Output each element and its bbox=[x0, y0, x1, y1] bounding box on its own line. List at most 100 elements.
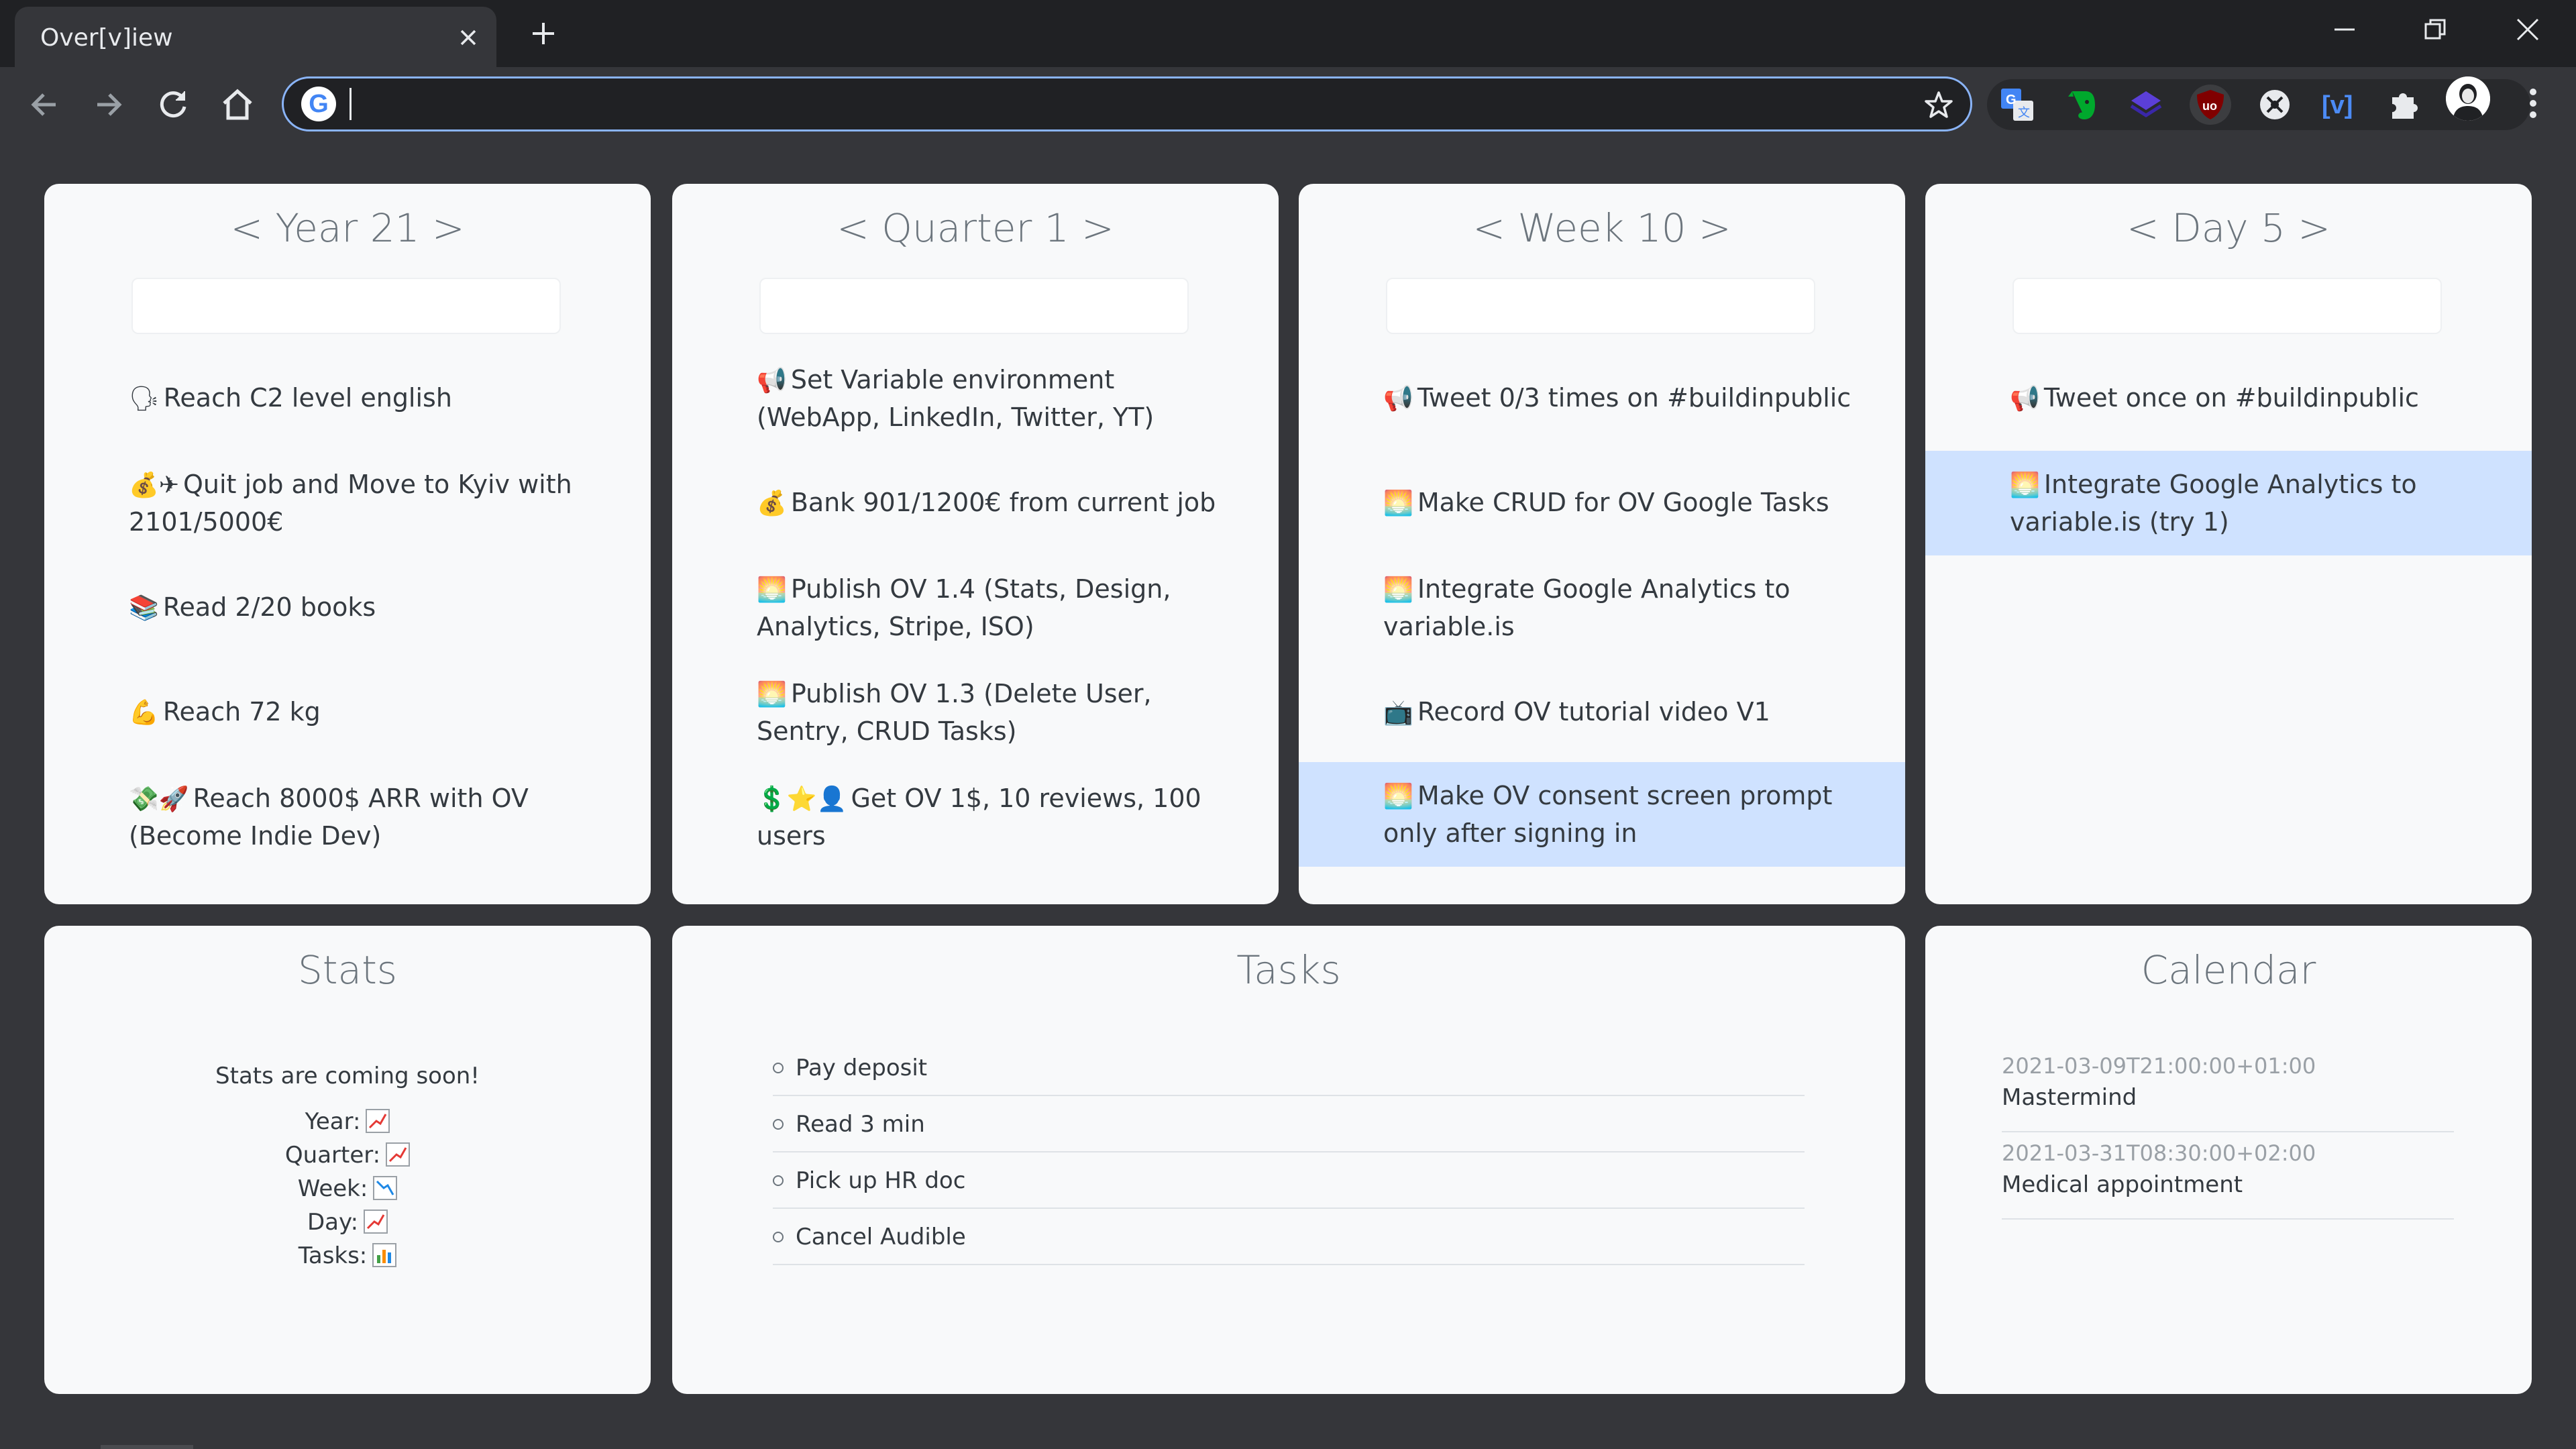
quarter-goal-input[interactable] bbox=[759, 278, 1189, 334]
chart-increasing-icon bbox=[364, 1210, 388, 1234]
year-title[interactable]: < Year 21 > bbox=[44, 205, 651, 251]
text-caret bbox=[350, 88, 352, 120]
quarter-goal-item[interactable]: 💲⭐👤 Get OV 1$, 10 reviews, 100 users bbox=[672, 765, 1279, 869]
bullet-icon bbox=[773, 1232, 784, 1242]
goal-text: Make OV consent screen prompt only after… bbox=[1383, 781, 1833, 848]
goal-emoji: 📢 bbox=[1383, 385, 1413, 413]
day-goal-input[interactable] bbox=[2012, 278, 2442, 334]
task-text: Read 3 min bbox=[796, 1111, 925, 1138]
year-card: < Year 21 > 🗣 Reach C2 level english 💰✈ Qu… bbox=[44, 184, 651, 904]
menu-dots-icon[interactable] bbox=[2512, 82, 2555, 125]
stats-card: Stats Stats are coming soon! Year: Quart… bbox=[44, 926, 651, 1394]
evernote-icon[interactable] bbox=[2061, 85, 2102, 125]
new-tab-icon[interactable] bbox=[522, 15, 565, 52]
goal-text: Publish OV 1.4 (Stats, Design, Analytics… bbox=[757, 574, 1171, 641]
chart-increasing-icon bbox=[386, 1142, 411, 1167]
compass-icon[interactable] bbox=[2254, 85, 2296, 125]
week-title[interactable]: < Week 10 > bbox=[1299, 205, 1905, 251]
week-goal-item[interactable]: 📺 Record OV tutorial video V1 bbox=[1299, 660, 1905, 765]
scroll-indicator bbox=[101, 1445, 193, 1449]
task-text: Pay deposit bbox=[796, 1055, 928, 1081]
quarter-goal-item[interactable]: 🌅 Publish OV 1.3 (Delete User, Sentry, CR… bbox=[672, 660, 1279, 765]
day-goal-item[interactable]: 📢 Tweet once on #buildinpublic bbox=[1925, 346, 2532, 451]
tab-close-icon[interactable] bbox=[449, 19, 487, 56]
task-item[interactable]: Pick up HR doc bbox=[773, 1154, 1805, 1209]
stat-label: Year: bbox=[305, 1108, 361, 1135]
puzzle-icon[interactable] bbox=[2383, 85, 2424, 125]
bookmark-star-icon[interactable] bbox=[1919, 85, 1958, 124]
day-goal-item-selected[interactable]: 🌅 Integrate Google Analytics to variable.… bbox=[1925, 451, 2532, 555]
close-window-icon[interactable] bbox=[2494, 9, 2561, 50]
minimize-icon[interactable] bbox=[2311, 9, 2378, 50]
year-goal-input[interactable] bbox=[131, 278, 561, 334]
bullet-icon bbox=[773, 1119, 784, 1130]
day-card: < Day 5 > 📢 Tweet once on #buildinpublic … bbox=[1925, 184, 2532, 904]
year-goal-item[interactable]: 🗣 Reach C2 level english bbox=[44, 346, 651, 451]
week-goal-item[interactable]: 🌅 Make CRUD for OV Google Tasks bbox=[1299, 451, 1905, 555]
goal-emoji: 🌅 bbox=[1383, 576, 1413, 604]
bullet-icon bbox=[773, 1175, 784, 1186]
week-goal-item[interactable]: 📢 Tweet 0/3 times on #buildinpublic bbox=[1299, 346, 1905, 451]
goal-emoji: 💪 bbox=[129, 699, 159, 727]
goal-text: Tweet 0/3 times on #buildinpublic bbox=[1417, 383, 1851, 413]
year-goal-item[interactable]: 💪 Reach 72 kg bbox=[44, 660, 651, 765]
svg-text:G: G bbox=[2006, 93, 2017, 107]
restore-icon[interactable] bbox=[2402, 9, 2469, 50]
quarter-goal-item[interactable]: 🌅 Publish OV 1.4 (Stats, Design, Analytic… bbox=[672, 555, 1279, 660]
task-item[interactable]: Cancel Audible bbox=[773, 1210, 1805, 1265]
quarter-card: < Quarter 1 > 📢 Set Variable environment … bbox=[672, 184, 1279, 904]
google-translate-icon[interactable]: G文 bbox=[1996, 85, 2038, 125]
goal-text: Reach 72 kg bbox=[162, 697, 321, 727]
goal-emoji: 🌅 bbox=[1383, 783, 1413, 810]
tasks-card: Tasks Pay deposit Read 3 min Pick up HR … bbox=[672, 926, 1905, 1394]
home-icon[interactable] bbox=[216, 83, 259, 126]
bar-chart-icon bbox=[372, 1243, 397, 1267]
back-arrow-icon[interactable] bbox=[23, 83, 66, 126]
goal-text: Integrate Google Analytics to variable.i… bbox=[1383, 574, 1790, 641]
stat-label: Week: bbox=[297, 1175, 368, 1202]
stat-row: Quarter: bbox=[44, 1142, 651, 1169]
goal-emoji: 🌅 bbox=[1383, 490, 1413, 517]
event-name: Medical appointment bbox=[2002, 1171, 2243, 1198]
task-text: Cancel Audible bbox=[796, 1224, 966, 1250]
week-goal-item[interactable]: 🌅 Integrate Google Analytics to variable.… bbox=[1299, 555, 1905, 660]
svg-text:[v]: [v] bbox=[2322, 91, 2353, 119]
week-goal-item-selected[interactable]: 🌅 Make OV consent screen prompt only afte… bbox=[1299, 762, 1905, 867]
address-bar[interactable]: G bbox=[282, 76, 1972, 131]
task-text: Pick up HR doc bbox=[796, 1167, 966, 1194]
address-input[interactable] bbox=[354, 84, 1832, 125]
browser-tab[interactable]: Over[v]iew bbox=[15, 7, 496, 68]
year-goal-item[interactable]: 📚 Read 2/20 books bbox=[44, 555, 651, 660]
goal-emoji: 🗣 bbox=[129, 385, 160, 413]
goal-emoji: 📺 bbox=[1383, 699, 1413, 727]
forward-arrow-icon[interactable] bbox=[87, 83, 130, 126]
chart-decreasing-icon bbox=[373, 1176, 398, 1200]
year-goal-item[interactable]: 💰✈ Quit job and Move to Kyiv with 2101/50… bbox=[44, 451, 651, 555]
goal-text: Integrate Google Analytics to variable.i… bbox=[2010, 470, 2417, 537]
quarter-title[interactable]: < Quarter 1 > bbox=[672, 205, 1279, 251]
tab-title: Over[v]iew bbox=[40, 24, 173, 52]
reload-icon[interactable] bbox=[152, 83, 195, 126]
task-item[interactable]: Read 3 min bbox=[773, 1097, 1805, 1152]
stats-message: Stats are coming soon! bbox=[215, 1063, 480, 1089]
quarter-goal-item[interactable]: 📢 Set Variable environment (WebApp, Linke… bbox=[672, 346, 1279, 451]
stat-row: Tasks: bbox=[44, 1242, 651, 1269]
week-goal-input[interactable] bbox=[1386, 278, 1815, 334]
task-item[interactable]: Pay deposit bbox=[773, 1041, 1805, 1096]
event-date: 2021-03-31T08:30:00+02:00 bbox=[2002, 1140, 2316, 1166]
stat-label: Tasks: bbox=[298, 1242, 368, 1269]
stack-icon[interactable] bbox=[2125, 85, 2167, 125]
day-title[interactable]: < Day 5 > bbox=[1925, 205, 2532, 251]
goal-emoji: 💰 bbox=[757, 490, 787, 517]
goal-text: Set Variable environment (WebApp, Linked… bbox=[757, 365, 1155, 432]
goal-emoji: 💸🚀 bbox=[129, 786, 189, 813]
variable-icon[interactable]: [v] bbox=[2318, 85, 2360, 125]
calendar-event[interactable]: 2021-03-09T21:00:00+01:00 Mastermind bbox=[2002, 1045, 2454, 1132]
ublock-icon[interactable]: uo bbox=[2190, 85, 2231, 125]
year-goal-item[interactable]: 💸🚀 Reach 8000$ ARR with OV (Become Indie … bbox=[44, 765, 651, 869]
profile-avatar[interactable] bbox=[2446, 76, 2490, 121]
calendar-event[interactable]: 2021-03-31T08:30:00+02:00 Medical appoin… bbox=[2002, 1132, 2454, 1220]
svg-text:uo: uo bbox=[2202, 99, 2217, 113]
quarter-goal-item[interactable]: 💰 Bank 901/1200€ from current job bbox=[672, 451, 1279, 555]
goal-emoji: 🌅 bbox=[757, 576, 787, 604]
